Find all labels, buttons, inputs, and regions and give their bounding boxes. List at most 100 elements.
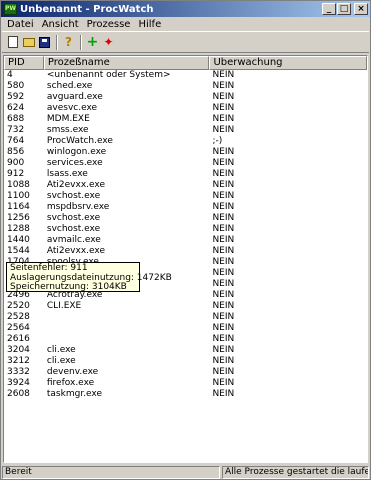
pid-cell: 2608 — [7, 389, 30, 399]
table-row[interactable]: 592 avguard.exe NEIN — [4, 92, 367, 103]
pid-cell: 592 — [7, 92, 25, 102]
toolbar-separator — [80, 34, 82, 50]
process-name-cell: firefox.exe — [46, 378, 95, 388]
process-name-cell: taskmgr.exe — [46, 389, 103, 399]
watch-status-cell: NEIN — [212, 257, 235, 267]
new-icon — [7, 36, 18, 48]
close-button[interactable]: × — [354, 3, 368, 15]
watch-status-cell: NEIN — [212, 224, 235, 234]
column-header-watch[interactable]: Überwachung — [209, 56, 367, 70]
table-row[interactable]: 1256 svchost.exe NEIN — [4, 213, 367, 224]
watch-status-cell: NEIN — [212, 268, 235, 278]
table-row[interactable]: 2528 NEIN — [4, 312, 367, 323]
pid-cell: 2520 — [7, 301, 30, 311]
column-header-name[interactable]: Prozeßname — [43, 56, 210, 70]
watch-status-cell: NEIN — [212, 246, 235, 256]
pid-cell: 764 — [7, 136, 25, 146]
pid-cell: 688 — [7, 114, 25, 124]
new-button[interactable] — [5, 35, 20, 50]
menu-hilfe[interactable]: Hilfe — [134, 19, 165, 30]
watch-status-cell: NEIN — [212, 389, 235, 399]
remove-process-button[interactable]: ✦ — [101, 35, 116, 50]
table-row[interactable]: 1164 mspdbsrv.exe NEIN — [4, 202, 367, 213]
process-name-cell: avesvc.exe — [46, 103, 98, 113]
process-tooltip: Seitenfehler: 911 Auslagerungsdateinutzu… — [6, 262, 172, 292]
table-row[interactable]: 2616 NEIN — [4, 334, 367, 345]
table-row[interactable]: 624 avesvc.exe NEIN — [4, 103, 367, 114]
pid-cell: 2616 — [7, 334, 30, 344]
minimize-button[interactable]: _ — [322, 3, 336, 15]
menu-bar: Datei Ansicht Prozesse Hilfe — [1, 17, 370, 31]
watch-status-cell: NEIN — [212, 279, 235, 289]
watch-status-cell: NEIN — [212, 125, 235, 135]
process-name-cell: MDM.EXE — [46, 114, 90, 124]
process-name-cell: cli.exe — [46, 345, 76, 355]
table-row[interactable]: 1088 Ati2evxx.exe NEIN — [4, 180, 367, 191]
maximize-button[interactable]: □ — [337, 3, 351, 15]
open-icon — [22, 37, 35, 47]
save-button[interactable] — [37, 35, 52, 50]
pid-cell: 3924 — [7, 378, 30, 388]
watch-status-cell: NEIN — [212, 158, 235, 168]
table-row[interactable]: 3204 cli.exe NEIN — [4, 345, 367, 356]
table-row[interactable]: 856 winlogon.exe NEIN — [4, 147, 367, 158]
procwatch-window: PW Unbenannt - ProcWatch _ □ × Datei Ans… — [0, 0, 371, 480]
watch-status-cell: NEIN — [212, 70, 235, 80]
save-icon — [39, 36, 50, 48]
open-button[interactable] — [21, 35, 36, 50]
title-bar[interactable]: PW Unbenannt - ProcWatch _ □ × — [1, 1, 370, 17]
table-row[interactable]: 3332 devenv.exe NEIN — [4, 367, 367, 378]
window-controls: _ □ × — [321, 3, 368, 15]
menu-datei[interactable]: Datei — [3, 19, 38, 30]
watch-status-cell: NEIN — [212, 235, 235, 245]
pid-cell: 900 — [7, 158, 25, 168]
process-name-cell: svchost.exe — [46, 191, 101, 201]
table-row[interactable]: 732 smss.exe NEIN — [4, 125, 367, 136]
pid-cell: 1088 — [7, 180, 30, 190]
watch-status-cell: NEIN — [212, 147, 235, 157]
table-row[interactable]: 2608 taskmgr.exe NEIN — [4, 389, 367, 400]
process-list[interactable]: PID Prozeßname Überwachung 4 <unbenannt o… — [3, 55, 368, 463]
pid-cell: 1544 — [7, 246, 30, 256]
table-row[interactable]: 580 sched.exe NEIN — [4, 81, 367, 92]
watch-status-cell: NEIN — [212, 81, 235, 91]
watch-status-cell: NEIN — [212, 367, 235, 377]
table-row[interactable]: 2564 NEIN — [4, 323, 367, 334]
table-row[interactable]: 1544 Ati2evxx.exe NEIN — [4, 246, 367, 257]
menu-prozesse[interactable]: Prozesse — [83, 19, 135, 30]
pid-cell: 624 — [7, 103, 25, 113]
remove-icon: ✦ — [103, 35, 114, 49]
watch-status-cell: NEIN — [212, 213, 235, 223]
table-row[interactable]: 4 <unbenannt oder System> NEIN — [4, 70, 367, 81]
table-row[interactable]: 3212 cli.exe NEIN — [4, 356, 367, 367]
watch-status-cell: NEIN — [212, 290, 235, 300]
table-row[interactable]: 764 ProcWatch.exe ;-) — [4, 136, 367, 147]
process-name-cell: winlogon.exe — [46, 147, 107, 157]
process-name-cell: svchost.exe — [46, 224, 101, 234]
table-row[interactable]: 2520 CLI.EXE NEIN — [4, 301, 367, 312]
table-row[interactable]: 688 MDM.EXE NEIN — [4, 114, 367, 125]
process-name-cell: avguard.exe — [46, 92, 103, 102]
table-row[interactable]: 1288 svchost.exe NEIN — [4, 224, 367, 235]
menu-ansicht[interactable]: Ansicht — [38, 19, 83, 30]
process-name-cell: svchost.exe — [46, 213, 101, 223]
app-icon: PW — [4, 3, 17, 15]
column-header-pid[interactable]: PID — [4, 56, 44, 70]
watch-status-cell: NEIN — [212, 180, 235, 190]
watch-status-cell: NEIN — [212, 92, 235, 102]
pid-cell: 3212 — [7, 356, 30, 366]
table-row[interactable]: 1100 svchost.exe NEIN — [4, 191, 367, 202]
toolbar-separator — [56, 34, 58, 50]
window-title: Unbenannt - ProcWatch — [20, 3, 154, 15]
table-row[interactable]: 912 lsass.exe NEIN — [4, 169, 367, 180]
status-bar: Bereit Alle Prozesse gestartet die laufe… — [2, 465, 369, 479]
help-button[interactable]: ? — [61, 35, 76, 50]
process-name-cell: CLI.EXE — [46, 301, 82, 311]
pid-cell: 3204 — [7, 345, 30, 355]
table-row[interactable]: 1440 avmailc.exe NEIN — [4, 235, 367, 246]
table-row[interactable]: 3924 firefox.exe NEIN — [4, 378, 367, 389]
add-icon: + — [86, 34, 99, 50]
add-process-button[interactable]: + — [85, 34, 100, 50]
table-row[interactable]: 900 services.exe NEIN — [4, 158, 367, 169]
pid-cell: 2564 — [7, 323, 30, 333]
